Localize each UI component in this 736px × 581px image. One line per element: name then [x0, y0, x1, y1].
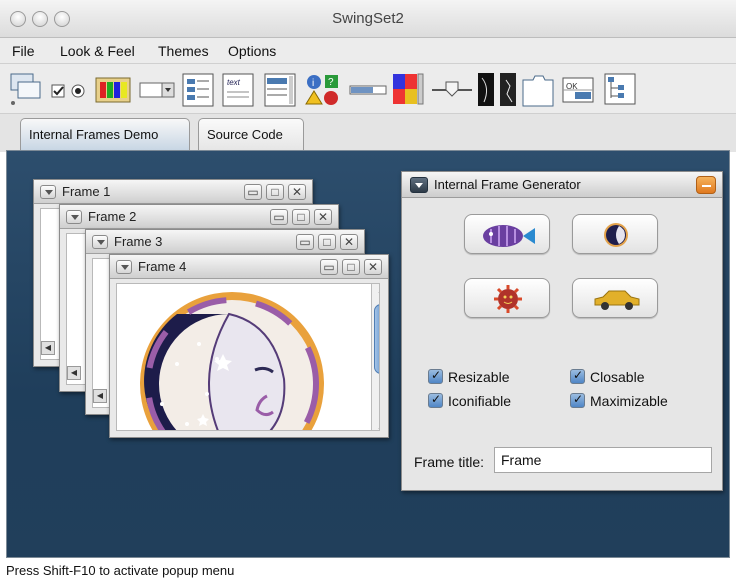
frame-title: Frame 1	[62, 184, 111, 199]
maximize-button[interactable]: □	[292, 209, 310, 225]
cab-image-button[interactable]	[572, 278, 658, 318]
menu-file[interactable]: File	[12, 43, 35, 59]
frame-menu-button[interactable]	[66, 210, 82, 224]
tab-label: Source Code	[207, 127, 283, 142]
internal-frame-4[interactable]: Frame 4 ▭ □ ✕ ▲	[109, 254, 389, 438]
tab-internal-frames-demo[interactable]: Internal Frames Demo	[20, 118, 190, 150]
close-button[interactable]: ✕	[340, 234, 358, 250]
window-title: SwingSet2	[332, 10, 404, 27]
tab-source-code[interactable]: Source Code	[198, 118, 304, 150]
scroll-pane-icon[interactable]	[390, 70, 426, 108]
generator-title-bar[interactable]: Internal Frame Generator	[402, 172, 722, 198]
checkbox-label: Resizable	[448, 369, 510, 385]
close-button[interactable]: ✕	[314, 209, 332, 225]
iconify-button[interactable]	[696, 176, 716, 194]
checkbox-box	[428, 392, 443, 408]
iconify-button[interactable]: ▭	[320, 259, 338, 275]
checkbox-box	[570, 392, 585, 408]
option-pane-icon[interactable]: i ?	[304, 70, 344, 108]
vertical-scrollbar[interactable]: ▲ ▼	[371, 284, 379, 430]
internal-frame-generator[interactable]: Internal Frame Generator ✓Resizable ✓ Cl…	[401, 171, 723, 491]
iconify-button[interactable]: ▭	[296, 234, 314, 250]
generator-title: Internal Frame Generator	[434, 177, 581, 192]
checkbox-label: Iconifiable	[448, 393, 512, 409]
iconifiable-checkbox[interactable]: Iconifiable	[428, 392, 512, 409]
combobox-icon[interactable]	[138, 70, 178, 108]
frame-menu-button[interactable]	[410, 177, 428, 193]
status-text: Press Shift-F10 to activate popup menu	[6, 563, 235, 578]
scroll-left-arrow[interactable]: ◀	[93, 389, 107, 403]
moon-image	[117, 284, 367, 430]
iconify-button[interactable]: ▭	[270, 209, 288, 225]
frame-title-bar[interactable]: Frame 4 ▭ □ ✕	[110, 255, 388, 279]
frame-title-label: Frame title:	[414, 454, 485, 470]
file-chooser-icon[interactable]	[180, 70, 216, 108]
frame-menu-button[interactable]	[116, 260, 132, 274]
split-pane-right-icon[interactable]	[498, 70, 518, 108]
sun-image-button[interactable]	[464, 278, 550, 318]
menu-themes[interactable]: Themes	[158, 43, 209, 59]
desktop-pane: Frame 1 ▭ □ ✕ ◀ Frame 2 ▭ □ ✕ ◀ Frame 3 …	[6, 150, 730, 558]
closable-checkbox[interactable]: Closable	[570, 368, 645, 385]
list-icon[interactable]	[262, 70, 298, 108]
checkbox-box	[428, 368, 443, 384]
menu-bar: File Look & Feel Themes Options	[0, 38, 736, 64]
maximizable-checkbox[interactable]: Maximizable	[570, 392, 668, 409]
fish-image-button[interactable]	[464, 214, 550, 254]
progress-bar-icon[interactable]	[348, 70, 388, 108]
maximize-button[interactable]: □	[266, 184, 284, 200]
iconify-button[interactable]: ▭	[244, 184, 262, 200]
scroll-thumb[interactable]	[374, 304, 379, 374]
tab-label: Internal Frames Demo	[29, 127, 159, 142]
menu-options[interactable]: Options	[228, 43, 276, 59]
frame-title-bar[interactable]: Frame 3 ▭ □ ✕	[86, 230, 364, 254]
tree-icon[interactable]	[602, 70, 638, 108]
svg-text:i: i	[312, 78, 314, 89]
scroll-down-arrow[interactable]: ▼	[374, 424, 379, 430]
frame-menu-button[interactable]	[92, 235, 108, 249]
demo-toolbar: text i ? OK	[0, 64, 736, 114]
frame-content: ▲ ▼	[116, 283, 380, 431]
frame-title-input[interactable]	[494, 447, 712, 473]
checkbox-box	[570, 368, 585, 384]
scroll-left-arrow[interactable]: ◀	[41, 341, 55, 355]
internal-frames-icon[interactable]	[8, 70, 44, 108]
frame-title-bar[interactable]: Frame 1 ▭ □ ✕	[34, 180, 312, 204]
svg-text:text: text	[227, 78, 241, 87]
sun-icon	[494, 285, 522, 313]
checkbox-label: Closable	[590, 369, 645, 385]
frame-menu-button[interactable]	[40, 185, 56, 199]
slider-icon[interactable]	[430, 70, 474, 108]
maximize-button[interactable]: □	[342, 259, 360, 275]
tabbed-pane-icon[interactable]	[520, 70, 556, 108]
window-title-bar: SwingSet2	[0, 0, 736, 38]
scroll-up-arrow[interactable]: ▲	[374, 284, 379, 298]
close-button[interactable]: ✕	[288, 184, 306, 200]
table-icon[interactable]: OK	[560, 70, 596, 108]
checkbox-radio-icon[interactable]	[48, 70, 90, 108]
svg-text:?: ?	[328, 77, 334, 88]
checkbox-label: Maximizable	[590, 393, 668, 409]
frame-title-bar[interactable]: Frame 2 ▭ □ ✕	[60, 205, 338, 229]
tab-strip: Internal Frames Demo Source Code	[0, 114, 736, 152]
maximize-button[interactable]: □	[318, 234, 336, 250]
taxi-cab-icon	[594, 290, 640, 310]
close-button[interactable]: ✕	[364, 259, 382, 275]
scroll-left-arrow[interactable]: ◀	[67, 366, 81, 380]
frame-title: Frame 3	[114, 234, 163, 249]
frame-title: Frame 4	[138, 259, 187, 274]
frame-title: Frame 2	[88, 209, 137, 224]
resizable-checkbox[interactable]: Resizable	[428, 368, 510, 385]
html-editor-icon[interactable]: text	[220, 70, 256, 108]
moon-image-button[interactable]	[572, 214, 658, 254]
split-pane-icon[interactable]	[476, 70, 496, 108]
moon-icon	[604, 223, 628, 247]
fish-icon	[483, 225, 535, 247]
color-chooser-icon[interactable]	[94, 70, 134, 108]
menu-look-and-feel[interactable]: Look & Feel	[60, 43, 135, 59]
